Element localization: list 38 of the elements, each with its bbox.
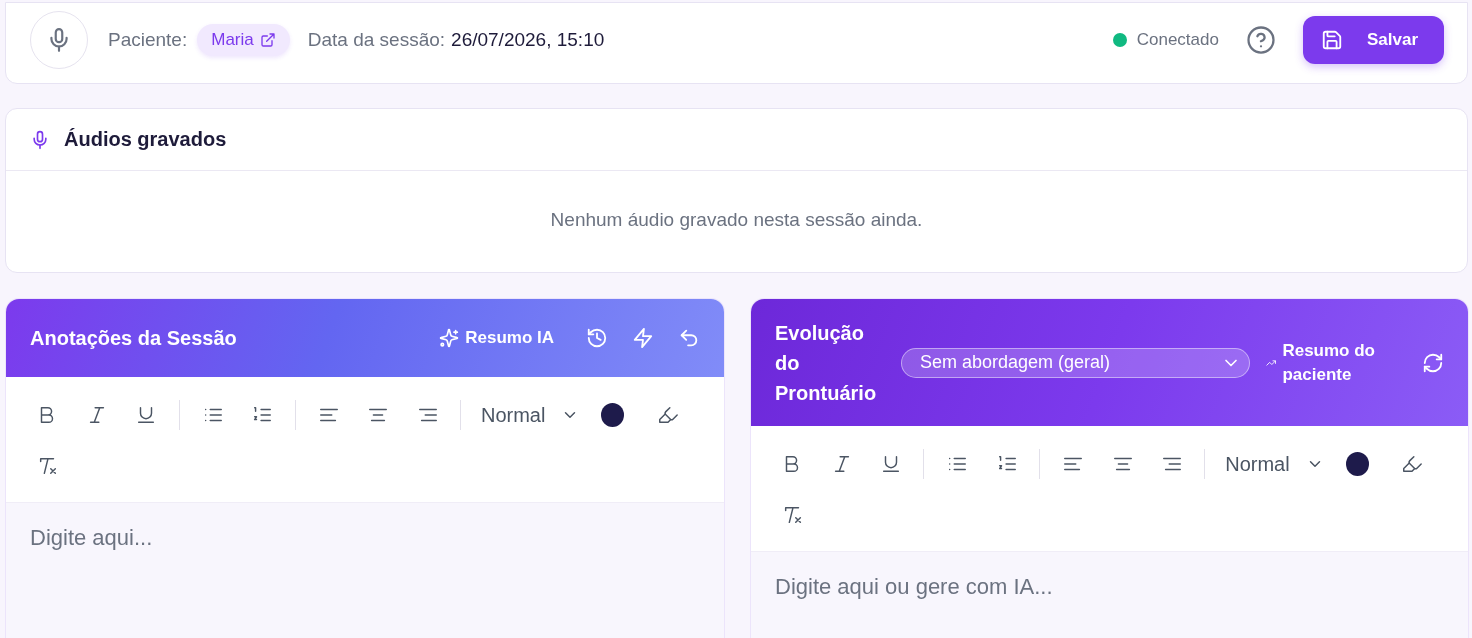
empty-audios-message: Nenhum áudio gravado nesta sessão ainda. bbox=[550, 208, 923, 231]
editor-placeholder: Digite aqui... bbox=[30, 525, 153, 550]
undo-button[interactable] bbox=[678, 327, 700, 349]
clear-format-icon bbox=[782, 504, 804, 526]
lightning-icon bbox=[632, 327, 654, 349]
undo-icon bbox=[678, 327, 700, 349]
ai-summary-button[interactable]: Resumo IA bbox=[439, 328, 554, 348]
refresh-button[interactable] bbox=[1422, 351, 1444, 374]
editor-placeholder: Digite aqui ou gere com IA... bbox=[775, 574, 1053, 599]
highlighter-icon bbox=[1400, 453, 1423, 475]
editor-text-area[interactable]: Digite aqui... bbox=[6, 503, 724, 638]
text-color-swatch[interactable] bbox=[601, 403, 625, 427]
patient-link[interactable]: Maria bbox=[197, 24, 290, 56]
highlighter-icon bbox=[656, 404, 679, 426]
patient-summary-button[interactable]: Resumo do paciente bbox=[1266, 338, 1406, 387]
editor-text-area[interactable]: Digite aqui ou gere com IA... bbox=[751, 552, 1468, 638]
font-size-dropdown[interactable]: Normal bbox=[477, 403, 584, 427]
clear-format-icon bbox=[37, 455, 59, 477]
external-link-icon bbox=[259, 32, 276, 48]
help-button[interactable] bbox=[1245, 25, 1276, 55]
history-icon bbox=[586, 327, 608, 349]
patient-label: Paciente: bbox=[108, 29, 188, 51]
session-date-label: Data da sessão: bbox=[307, 29, 446, 51]
text-color-swatch[interactable] bbox=[1345, 452, 1369, 476]
connection-status: Conectado bbox=[1136, 30, 1219, 50]
recorded-audios-title: Áudios gravados bbox=[64, 128, 227, 151]
editor-title: Evolução do Prontuário bbox=[775, 320, 878, 406]
approach-select[interactable]: Sem abordagem (geral) bbox=[901, 347, 1250, 378]
session-date: 26/07/2026, 15:10 bbox=[451, 29, 605, 51]
font-size-dropdown[interactable]: Normal bbox=[1221, 452, 1328, 476]
help-icon bbox=[1245, 25, 1276, 55]
editor-title: Anotações da Sessão bbox=[30, 326, 237, 351]
microphone-icon bbox=[30, 129, 50, 150]
history-button[interactable] bbox=[586, 327, 608, 349]
refresh-icon bbox=[1422, 351, 1444, 374]
save-button[interactable]: Salvar bbox=[1302, 16, 1444, 64]
sparkles-icon bbox=[439, 328, 460, 348]
lightning-button[interactable] bbox=[632, 327, 654, 349]
